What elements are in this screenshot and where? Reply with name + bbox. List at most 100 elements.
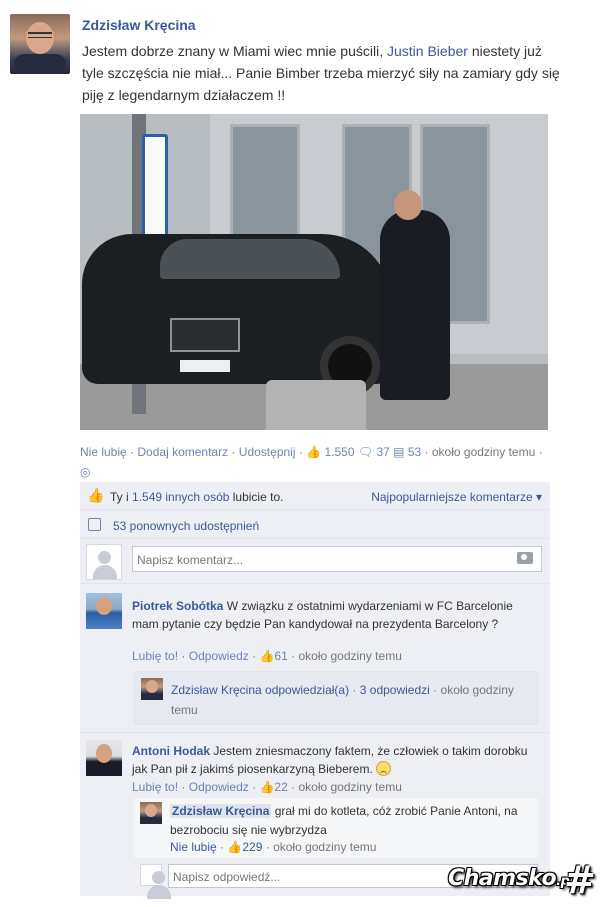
chevron-down-icon: ▾ — [535, 490, 542, 504]
separator: · — [291, 780, 296, 794]
post-timestamp[interactable]: około godziny temu — [432, 445, 535, 459]
photo-car-grille — [170, 318, 240, 352]
comment-body: Antoni Hodak Jestem zniesmaczony faktem,… — [132, 742, 542, 778]
likes-summary-text: Ty i 1.549 innych osób lubicie to. — [110, 490, 283, 504]
comments-count[interactable]: 37 — [376, 445, 389, 459]
likes-prefix: Ty i — [110, 490, 133, 504]
reply-likes-count[interactable]: 229 — [242, 840, 262, 854]
status-mention-link[interactable]: Justin Bieber — [387, 43, 468, 59]
reply-author[interactable]: Zdzisław Kręcina — [170, 804, 272, 818]
comment-input[interactable]: Napisz komentarz... — [132, 546, 542, 572]
comment-body: Piotrek Sobótka W związku z ostatnimi wy… — [132, 597, 542, 633]
thumbs-up-icon: 👍 — [259, 780, 275, 794]
sort-comments-dropdown[interactable]: Najpopularniejsze komentarze ▾ — [371, 490, 542, 504]
comment-meta: Lubię to! · Odpowiedz · 👍61 · około godz… — [132, 649, 402, 663]
likes-summary-row: 👍 Ty i 1.549 innych osób lubicie to. Naj… — [80, 482, 550, 510]
replies-summary[interactable]: Zdzisław Kręcina odpowiedział(a) · 3 odp… — [134, 671, 538, 725]
avatar-face-shape — [96, 744, 112, 763]
user-placeholder-avatar — [86, 544, 122, 580]
share-link[interactable]: Udostępnij — [239, 445, 296, 459]
comment-meta: Lubię to! · Odpowiedz · 👍22 · około godz… — [132, 780, 402, 794]
comment-reply-link[interactable]: Odpowiedz — [189, 649, 249, 663]
reply-unlike-link[interactable]: Nie lubię — [170, 840, 217, 854]
commenter-avatar[interactable] — [86, 593, 122, 629]
replies-summary-text: Zdzisław Kręcina odpowiedział(a) · 3 odp… — [171, 680, 531, 720]
separator: · — [220, 840, 225, 854]
comment-author[interactable]: Piotrek Sobótka — [132, 599, 223, 613]
replier-avatar[interactable] — [140, 802, 162, 824]
separator: · — [130, 445, 135, 459]
replies-count-link[interactable]: 3 odpowiedzi — [360, 683, 430, 697]
unlike-link[interactable]: Nie lubię — [80, 445, 127, 459]
sort-label: Najpopularniejsze komentarze — [371, 490, 533, 504]
photo-man — [380, 210, 450, 400]
comment-time[interactable]: około godziny temu — [298, 780, 401, 794]
comment-likes-count[interactable]: 61 — [274, 649, 287, 663]
separator: · — [181, 649, 186, 663]
post-author-name[interactable]: Zdzisław Kręcina — [82, 17, 196, 33]
separator: · — [252, 649, 257, 663]
comment-compose-row: Napisz komentarz... — [80, 540, 550, 584]
shares-count[interactable]: 53 — [408, 445, 421, 459]
separator: · — [433, 683, 438, 697]
separator: · — [181, 780, 186, 794]
replies-author-link[interactable]: Zdzisław Kręcina odpowiedział(a) — [171, 683, 349, 697]
post-status-text: Jestem dobrze znany w Miami wiec mnie pu… — [82, 40, 562, 106]
photo-bus-stop-sign — [142, 134, 168, 242]
avatar-suit-shape — [14, 54, 66, 74]
comment-time[interactable]: około godziny temu — [298, 649, 401, 663]
comment-author[interactable]: Antoni Hodak — [132, 744, 210, 758]
separator: · — [265, 840, 270, 854]
commenter-avatar[interactable] — [86, 740, 122, 776]
avatar-face-shape — [26, 22, 54, 54]
comments-panel: 👍 Ty i 1.549 innych osób lubicie to. Naj… — [80, 482, 550, 899]
photo-trash-bin — [266, 380, 366, 430]
add-comment-link[interactable]: Dodaj komentarz — [137, 445, 228, 459]
watermark: Chamsko.pl # — [446, 858, 600, 902]
photo-car-windshield — [160, 239, 340, 279]
share-icon: ▤ — [393, 445, 405, 459]
reply-time[interactable]: około godziny temu — [273, 840, 376, 854]
author-avatar[interactable] — [10, 14, 70, 74]
separator: · — [252, 780, 257, 794]
photo-man-head — [394, 190, 422, 220]
thumbs-up-icon: 👍 — [259, 649, 275, 663]
shares-row[interactable]: 53 ponownych udostępnień — [80, 511, 550, 539]
watermark-brand: Chamsko — [448, 866, 557, 891]
separator: · — [231, 445, 236, 459]
watermark-text: Chamsko.pl — [448, 866, 574, 891]
avatar-face-shape — [96, 597, 112, 615]
comment-input-placeholder: Napisz komentarz... — [137, 553, 244, 567]
reply-body: Zdzisław Kręcina grał mi do kotleta, cóż… — [170, 802, 530, 840]
avatar-face-shape — [145, 804, 157, 817]
shares-text[interactable]: 53 ponownych udostępnień — [113, 519, 259, 533]
avatar-glasses-shape — [28, 32, 52, 38]
reply-item: Zdzisław Kręcina grał mi do kotleta, cóż… — [134, 798, 538, 858]
separator: · — [538, 445, 543, 459]
thumbs-up-icon: 👍 — [227, 840, 243, 854]
separator: · — [424, 445, 429, 459]
frown-emoji-icon — [376, 761, 392, 776]
separator: · — [352, 683, 357, 697]
globe-icon: ◎ — [80, 465, 91, 479]
camera-icon[interactable] — [517, 552, 533, 564]
comment-like-link[interactable]: Lubię to! — [132, 649, 178, 663]
share-icon — [88, 518, 101, 531]
comment-bubble-icon: 🗨 — [357, 445, 374, 459]
comment-likes-count[interactable]: 22 — [274, 780, 287, 794]
comment-reply-link[interactable]: Odpowiedz — [189, 780, 249, 794]
likes-suffix: lubicie to. — [229, 490, 284, 504]
user-placeholder-avatar — [140, 864, 171, 899]
status-text-before: Jestem dobrze znany w Miami wiec mnie pu… — [82, 43, 387, 59]
likes-count[interactable]: 1.550 — [324, 445, 354, 459]
thumbs-up-icon: 👍 — [306, 445, 322, 459]
reply-input-placeholder: Napisz odpowiedź... — [173, 870, 281, 884]
likes-others-link[interactable]: 1.549 innych osób — [132, 490, 229, 504]
replier-avatar[interactable] — [141, 678, 163, 700]
post-photo[interactable] — [80, 114, 548, 430]
hash-logo-icon: # — [564, 858, 596, 902]
separator: · — [298, 445, 303, 459]
comment-like-link[interactable]: Lubię to! — [132, 780, 178, 794]
separator: · — [291, 649, 296, 663]
post-actions-bar: Nie lubię · Dodaj komentarz · Udostępnij… — [80, 442, 550, 482]
